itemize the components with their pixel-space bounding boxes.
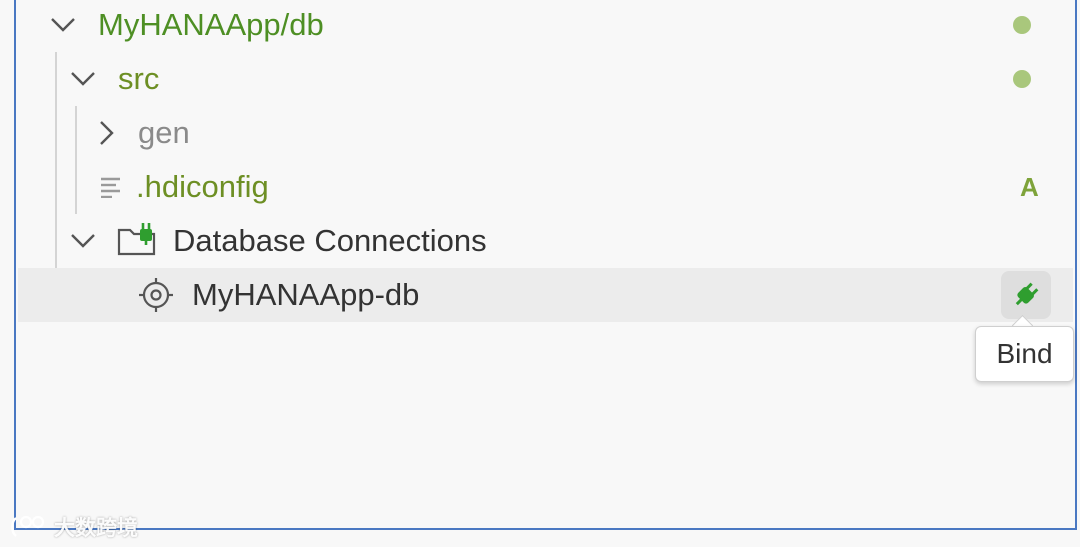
tree-label-connection: MyHANAApp-db — [192, 277, 420, 312]
modified-status-dot — [1013, 70, 1031, 88]
explorer-panel: MyHANAApp/db src gen .hdiconfig A Databa… — [14, 0, 1077, 530]
folder-plug-icon — [116, 220, 158, 258]
file-text-icon — [100, 176, 124, 198]
tree-row-hdiconfig[interactable]: .hdiconfig A — [18, 160, 1073, 214]
git-status-added: A — [1020, 172, 1039, 202]
tree-label-root: MyHANAApp/db — [98, 7, 324, 42]
tree-label-src: src — [118, 61, 160, 96]
chevron-down-icon[interactable] — [68, 226, 98, 256]
chevron-right-icon[interactable] — [92, 118, 122, 148]
watermark: 大数跨境 — [8, 512, 138, 542]
tree-label-gen: gen — [138, 115, 190, 150]
plug-icon — [1011, 280, 1041, 310]
tree-row-database-connections[interactable]: Database Connections — [18, 214, 1073, 268]
chevron-down-icon[interactable] — [68, 64, 98, 94]
modified-status-dot — [1013, 16, 1031, 34]
bind-button[interactable] — [1001, 271, 1051, 319]
tree-row-connection[interactable]: MyHANAApp-db — [18, 268, 1073, 322]
tree-row-root[interactable]: MyHANAApp/db — [18, 0, 1073, 52]
tree-row-gen[interactable]: gen — [18, 106, 1073, 160]
chevron-down-icon[interactable] — [48, 10, 78, 40]
watermark-logo-icon — [8, 514, 48, 540]
bind-tooltip: Bind — [975, 326, 1074, 382]
tree-row-src[interactable]: src — [18, 52, 1073, 106]
target-icon — [138, 277, 174, 313]
tree-label-database-connections: Database Connections — [173, 223, 487, 258]
watermark-text: 大数跨境 — [54, 517, 138, 540]
tree-label-hdiconfig: .hdiconfig — [136, 169, 269, 204]
